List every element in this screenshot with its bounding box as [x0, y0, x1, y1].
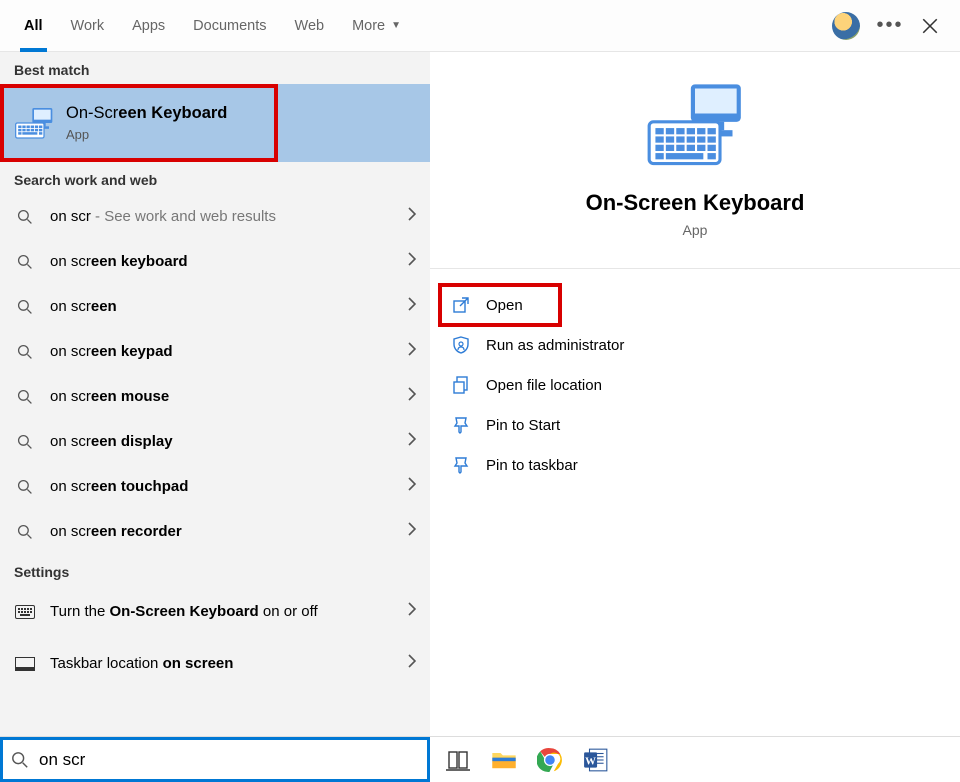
taskbar-apps: W [430, 737, 960, 782]
search-icon [11, 751, 29, 769]
settings-row-text: Taskbar location on screen [50, 654, 408, 674]
bottom-bar: W [0, 736, 960, 782]
chevron-right-icon [408, 252, 416, 271]
tab-apps[interactable]: Apps [118, 0, 179, 52]
action-pinstart[interactable]: Pin to Start [440, 405, 950, 445]
word-icon[interactable]: W [578, 742, 614, 778]
chevron-right-icon [408, 207, 416, 226]
settings-row-text: Turn the On-Screen Keyboard on or off [50, 602, 408, 622]
suggestion-text: on screen keyboard [50, 253, 408, 270]
search-icon [14, 434, 36, 450]
keyboard-icon [14, 604, 36, 620]
action-label: Pin to Start [486, 417, 560, 434]
search-icon [14, 344, 36, 360]
action-folder[interactable]: Open file location [440, 365, 950, 405]
suggestion-text: on screen recorder [50, 523, 408, 540]
suggestion-row[interactable]: on screen keypad [0, 329, 430, 374]
chrome-icon[interactable] [532, 742, 568, 778]
chevron-right-icon [408, 387, 416, 406]
tab-more[interactable]: More▼ [338, 0, 415, 52]
chevron-right-icon [408, 654, 416, 675]
svg-text:W: W [585, 755, 596, 767]
chevron-down-icon: ▼ [391, 20, 401, 31]
best-match-subtitle: App [66, 127, 227, 142]
search-icon [14, 299, 36, 315]
on-screen-keyboard-icon [14, 103, 54, 143]
search-icon [14, 209, 36, 225]
settings-result-row[interactable]: Taskbar location on screen [0, 638, 430, 690]
file-explorer-icon[interactable] [486, 742, 522, 778]
suggestion-row[interactable]: on screen keyboard [0, 239, 430, 284]
chevron-right-icon [408, 602, 416, 623]
shield-icon [450, 336, 472, 354]
best-match-title: On-Screen Keyboard [66, 104, 227, 123]
user-avatar[interactable] [832, 12, 860, 40]
suggestions-header: Search work and web [0, 162, 430, 194]
search-box[interactable] [0, 737, 430, 782]
chevron-right-icon [408, 342, 416, 361]
search-input[interactable] [37, 749, 419, 771]
suggestion-row[interactable]: on screen [0, 284, 430, 329]
settings-header: Settings [0, 554, 430, 586]
action-label: Run as administrator [486, 337, 624, 354]
search-icon [14, 524, 36, 540]
preview-app-icon [645, 76, 745, 176]
action-open[interactable]: Open [440, 285, 560, 325]
pinstart-icon [450, 416, 472, 434]
results-pane: Best match On [0, 52, 430, 736]
suggestion-text: on screen display [50, 433, 408, 450]
tab-all[interactable]: All [10, 0, 57, 52]
best-match-result[interactable]: On-Screen Keyboard App [0, 84, 430, 162]
ellipsis-icon: ••• [876, 14, 903, 37]
suggestion-row[interactable]: on screen mouse [0, 374, 430, 419]
suggestion-text: on screen mouse [50, 388, 408, 405]
suggestion-row[interactable]: on scr - See work and web results [0, 194, 430, 239]
suggestion-row[interactable]: on screen recorder [0, 509, 430, 554]
pintask-icon [450, 456, 472, 474]
more-options-button[interactable]: ••• [870, 6, 910, 46]
tab-web[interactable]: Web [281, 0, 339, 52]
action-label: Open file location [486, 377, 602, 394]
suggestion-row[interactable]: on screen touchpad [0, 464, 430, 509]
search-icon [14, 389, 36, 405]
search-icon [14, 254, 36, 270]
action-pintask[interactable]: Pin to taskbar [440, 445, 950, 485]
preview-pane: On-Screen Keyboard App Open Run as admini… [430, 52, 960, 736]
filter-tabs: All Work Apps Documents Web More▼ ••• [0, 0, 960, 52]
chevron-right-icon [408, 477, 416, 496]
suggestion-text: on screen keypad [50, 343, 408, 360]
best-match-header: Best match [0, 52, 430, 84]
preview-title: On-Screen Keyboard [586, 190, 805, 216]
suggestion-text: on scr - See work and web results [50, 208, 408, 225]
tab-work[interactable]: Work [57, 0, 119, 52]
suggestion-text: on screen [50, 298, 408, 315]
action-label: Open [486, 297, 523, 314]
tab-documents[interactable]: Documents [179, 0, 280, 52]
suggestion-row[interactable]: on screen display [0, 419, 430, 464]
search-icon [14, 479, 36, 495]
chevron-right-icon [408, 432, 416, 451]
task-view-icon[interactable] [440, 742, 476, 778]
panel-icon [14, 657, 36, 671]
open-icon [450, 296, 472, 314]
action-label: Pin to taskbar [486, 457, 578, 474]
close-icon [921, 17, 939, 35]
settings-result-row[interactable]: Turn the On-Screen Keyboard on or off [0, 586, 430, 638]
suggestion-text: on screen touchpad [50, 478, 408, 495]
preview-subtitle: App [683, 222, 708, 238]
folder-icon [450, 376, 472, 394]
action-shield[interactable]: Run as administrator [440, 325, 950, 365]
close-button[interactable] [910, 6, 950, 46]
chevron-right-icon [408, 522, 416, 541]
chevron-right-icon [408, 297, 416, 316]
